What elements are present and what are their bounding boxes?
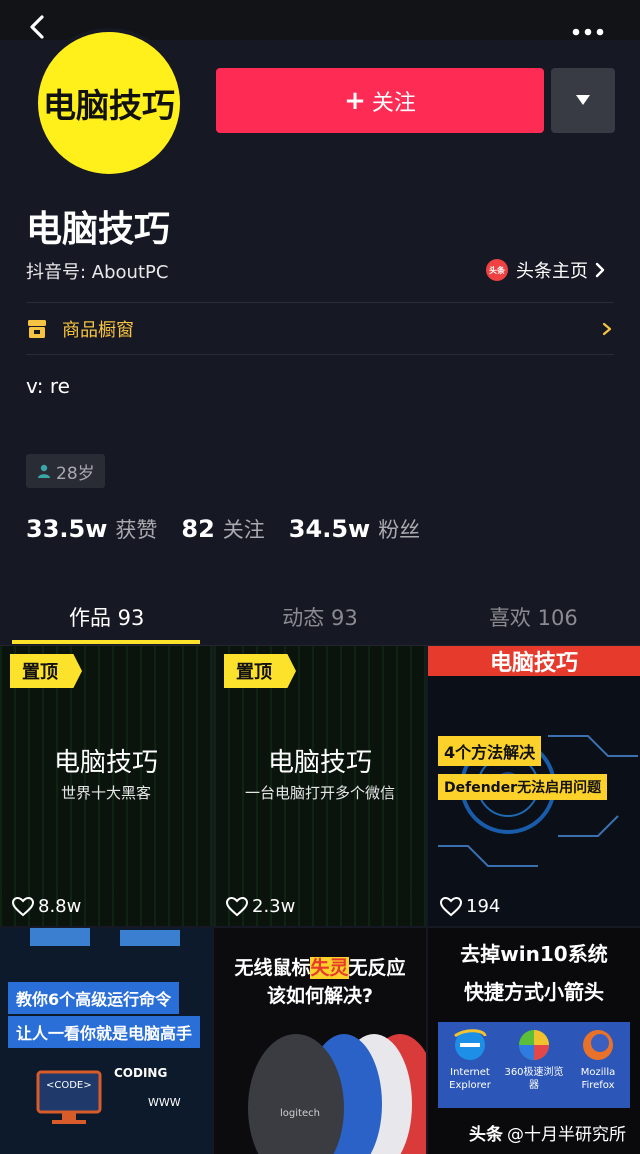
cover-header: 电脑技巧 (428, 646, 640, 676)
360-browser-icon (519, 1030, 549, 1060)
watermark: 头条 @十月半研究所 (469, 1120, 626, 1145)
stat-label: 获赞 (115, 518, 158, 542)
cover-title: 电脑技巧 (53, 748, 158, 778)
cover-title: 电脑技巧 (267, 748, 372, 778)
cover-title-line2: 该如何解决? (266, 985, 374, 1007)
cover-line: Defender无法启用问题 (438, 774, 608, 800)
heart-icon (226, 896, 248, 916)
heart-icon (12, 896, 34, 916)
douyin-id: 抖音号: AboutPC (26, 262, 169, 283)
browser-name: Internet Explorer (449, 1067, 491, 1091)
like-count-value: 194 (466, 896, 501, 917)
avatar-text: 电脑技巧 (43, 86, 175, 125)
mouse-image (248, 1034, 426, 1154)
triangle-down-icon (576, 95, 590, 105)
divider (26, 354, 614, 355)
cover-title-part: 无线鼠标 (234, 957, 311, 979)
video-thumbnail[interactable]: 无线鼠标失灵无反应 该如何解决? logitech (214, 928, 426, 1154)
person-icon (38, 464, 50, 478)
code-icons-graphic (30, 928, 180, 946)
internet-explorer-icon (454, 1029, 487, 1060)
circuit-graphic (438, 735, 638, 867)
age-tag: 28岁 (26, 454, 105, 488)
stat-followers[interactable]: 34.5w 粉丝 (289, 514, 420, 544)
browser-icons-panel: Internet Explorer 360极速浏览器 Mozilla Firef… (438, 1022, 630, 1108)
stats-row: 33.5w 获赞 82 关注 34.5w 粉丝 (26, 514, 444, 544)
stat-label: 关注 (222, 518, 265, 542)
cover-line: 教你6个高级运行命令 (8, 982, 180, 1014)
pinned-badge: 置顶 (10, 654, 82, 688)
watermark-account: @十月半研究所 (507, 1125, 626, 1145)
bio-text: v: re (26, 374, 70, 398)
stat-value: 34.5w (288, 515, 371, 543)
brand-label: logitech (280, 1108, 320, 1119)
toutiao-homepage-link[interactable]: 头条 头条主页 (486, 256, 606, 284)
chevron-right-icon (602, 322, 612, 336)
cover-title-highlight: 失灵 (310, 957, 349, 979)
avatar[interactable]: 电脑技巧 (34, 28, 184, 178)
browser-name: Mozilla Firefox (580, 1067, 616, 1091)
video-thumbnail[interactable]: 置顶 电脑技巧 一台电脑打开多个微信 2.3w (214, 646, 426, 926)
like-count-value: 2.3w (252, 896, 296, 917)
video-grid: 置顶 电脑技巧 世界十大黑客 8.8w 置顶 电脑技巧 一台电脑打开多个微信 2… (0, 646, 640, 1154)
chevron-right-icon (595, 262, 605, 278)
shop-window-row[interactable]: 商品橱窗 (26, 304, 614, 354)
stat-label: 粉丝 (378, 518, 421, 542)
like-count: 194 (440, 896, 500, 917)
video-thumbnail[interactable]: 电脑技巧 4个方法解决 Defender无法启用问题 194 (428, 646, 640, 926)
tab-activity[interactable]: 动态 93 (213, 588, 426, 645)
cover-subtitle: 一台电脑打开多个微信 (244, 784, 395, 802)
cover-line: 让人一看你就是电脑高手 (8, 1016, 201, 1048)
coding-label: CODING (114, 1066, 168, 1080)
active-tab-indicator (12, 640, 200, 644)
like-count: 8.8w (12, 896, 81, 917)
cover-title-part: 无反应 (348, 957, 406, 979)
profile-name: 电脑技巧 (26, 209, 171, 250)
more-dots-icon (572, 28, 604, 36)
like-count-value: 8.8w (38, 896, 82, 917)
toutiao-link-label: 头条主页 (516, 261, 588, 282)
monitor-icon (36, 1070, 102, 1124)
cover-subtitle: 世界十大黑客 (60, 784, 151, 802)
video-thumbnail[interactable]: 教你6个高级运行命令 让人一看你就是电脑高手 <CODE> CODING WWW (0, 928, 212, 1154)
firefox-icon (583, 1030, 613, 1060)
cover-line: 4个方法解决 (438, 736, 542, 766)
tab-liked[interactable]: 喜欢 106 (427, 588, 640, 645)
like-count: 2.3w (226, 896, 295, 917)
toutiao-logo-icon: 头条 (486, 259, 508, 281)
browser-item: 360极速浏览器 (504, 1026, 564, 1092)
follow-label: 关注 (371, 90, 416, 116)
shop-icon (28, 320, 46, 338)
stat-likes[interactable]: 33.5w 获赞 (26, 514, 157, 544)
cover-title-line2: 快捷方式小箭头 (464, 980, 604, 1004)
divider (26, 302, 614, 303)
content-tabs: 作品 93 动态 93 喜欢 106 (0, 588, 640, 646)
back-button[interactable] (24, 14, 50, 40)
video-thumbnail[interactable]: 置顶 电脑技巧 世界十大黑客 8.8w (0, 646, 212, 926)
www-label: WWW (148, 1096, 181, 1109)
cover-title-line1: 无线鼠标失灵无反应 (214, 954, 426, 982)
heart-icon (440, 896, 462, 916)
age-label: 28岁 (56, 463, 95, 484)
stat-value: 33.5w (26, 515, 108, 543)
follow-button[interactable]: + 关注 (216, 68, 544, 133)
back-arrow-icon (30, 15, 44, 39)
stat-value: 82 (181, 515, 215, 543)
shop-window-label: 商品橱窗 (62, 320, 134, 341)
code-label: <CODE> (46, 1080, 92, 1091)
cover-title-line1: 去掉win10系统 (460, 942, 608, 966)
plus-icon: + (344, 85, 366, 116)
stat-following[interactable]: 82 关注 (181, 514, 264, 544)
recommend-dropdown-button[interactable] (551, 68, 615, 133)
more-button[interactable] (568, 24, 608, 40)
browser-name: 360极速浏览器 (504, 1067, 564, 1091)
browser-item: Internet Explorer (440, 1026, 500, 1092)
pinned-badge: 置顶 (224, 654, 296, 688)
browser-item: Mozilla Firefox (568, 1026, 628, 1092)
watermark-source: 头条 (469, 1125, 503, 1145)
tab-works[interactable]: 作品 93 (0, 588, 213, 645)
